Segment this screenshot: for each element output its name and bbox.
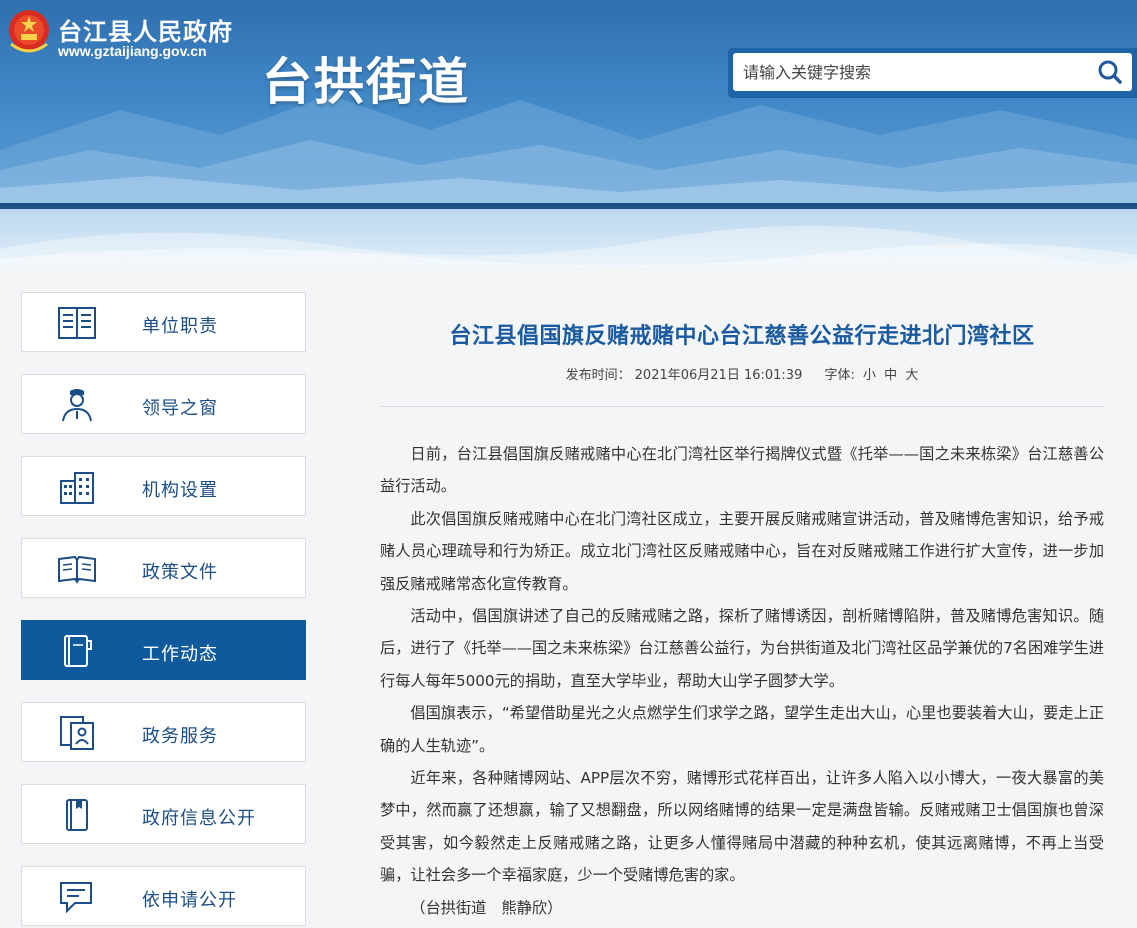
- sidebar-item-label: 领导之窗: [142, 398, 218, 419]
- article-paragraph: 日前，台江县倡国旗反赌戒赌中心在北门湾社区举行揭牌仪式暨《托举——国之未来栋梁》…: [380, 445, 1104, 496]
- article-paragraph: 此次倡国旗反赌戒赌中心在北门湾社区成立，主要开展反赌戒赌宣讲活动，普及赌博危害知…: [380, 509, 1104, 593]
- search-button[interactable]: [1089, 53, 1132, 91]
- notebook-icon: [64, 635, 92, 667]
- sidebar-item-label: 依申请公开: [142, 890, 237, 911]
- sidebar-item-label: 政府信息公开: [142, 808, 256, 829]
- sidebar-item-label: 机构设置: [142, 480, 218, 501]
- font-size-medium-button[interactable]: 中: [884, 368, 897, 383]
- sidebar-item-label: 政策文件: [142, 562, 218, 583]
- person-icon: [62, 389, 92, 422]
- sidebar-item-work-news[interactable]: 工作动态: [21, 620, 306, 680]
- sidebar-item-info-disclosure[interactable]: 政府信息公开: [21, 784, 306, 844]
- sidebar-item-label: 工作动态: [142, 644, 218, 665]
- sidebar-item-apply-disclosure[interactable]: 依申请公开: [21, 866, 306, 926]
- search-icon: [1098, 60, 1122, 84]
- chat-bubble-icon: [60, 882, 92, 914]
- sidebar-item-government-services[interactable]: 政务服务: [21, 702, 306, 762]
- publish-time: 2021年06月21日 16:01:39: [634, 368, 803, 383]
- font-size-large-button[interactable]: 大: [905, 368, 918, 383]
- site-url[interactable]: www.gztaijiang.gov.cn: [58, 43, 207, 59]
- site-name[interactable]: 台江县人民政府: [58, 12, 233, 47]
- sidebar-item-policy-docs[interactable]: 政策文件: [21, 538, 306, 598]
- service-card-icon: [60, 716, 94, 750]
- sidebar-item-organization[interactable]: 机构设置: [21, 456, 306, 516]
- article-meta: 发布时间： 2021年06月21日 16:01:39 字体: 小 中 大: [380, 364, 1104, 383]
- title-divider: [380, 406, 1104, 407]
- header-banner: 台江县人民政府 www.gztaijiang.gov.cn 台拱街道: [0, 0, 1137, 205]
- sidebar-item-leaders[interactable]: 领导之窗: [21, 374, 306, 434]
- open-book-icon: [58, 555, 96, 584]
- page-title: 台拱街道: [262, 53, 470, 111]
- sidebar-item-label: 单位职责: [142, 316, 218, 337]
- sidebar-item-unit-duties[interactable]: 单位职责: [21, 292, 306, 352]
- font-size-label: 字体:: [824, 368, 855, 383]
- article-paragraph: 活动中，倡国旗讲述了自己的反赌戒赌之路，探析了赌博诱因，剖析赌博陷阱，普及赌博危…: [380, 607, 1104, 690]
- header-band: [0, 209, 1137, 267]
- national-emblem-icon: [9, 10, 49, 53]
- search-input[interactable]: [733, 53, 1089, 91]
- article-body: 日前，台江县倡国旗反赌戒赌中心在北门湾社区举行揭牌仪式暨《托举——国之未来栋梁》…: [380, 438, 1104, 924]
- article-byline: （台拱街道 熊静欣）: [410, 898, 563, 917]
- article-title: 台江县倡国旗反赌戒赌中心台江慈善公益行走进北门湾社区: [449, 324, 1035, 349]
- publish-label: 发布时间：: [565, 368, 631, 383]
- font-size-small-button[interactable]: 小: [863, 368, 876, 383]
- document-list-icon: [58, 307, 96, 339]
- building-icon: [60, 472, 94, 504]
- book-icon: [66, 799, 88, 831]
- sidebar-item-label: 政务服务: [142, 726, 218, 747]
- article-paragraph: 近年来，各种赌博网站、APP层次不穷，赌博形式花样百出，让许多人陷入以小博大，一…: [380, 769, 1104, 885]
- article-paragraph: 倡国旗表示，“希望借助星光之火点燃学生们求学之路，望学生走出大山，心里也要装着大…: [380, 704, 1104, 755]
